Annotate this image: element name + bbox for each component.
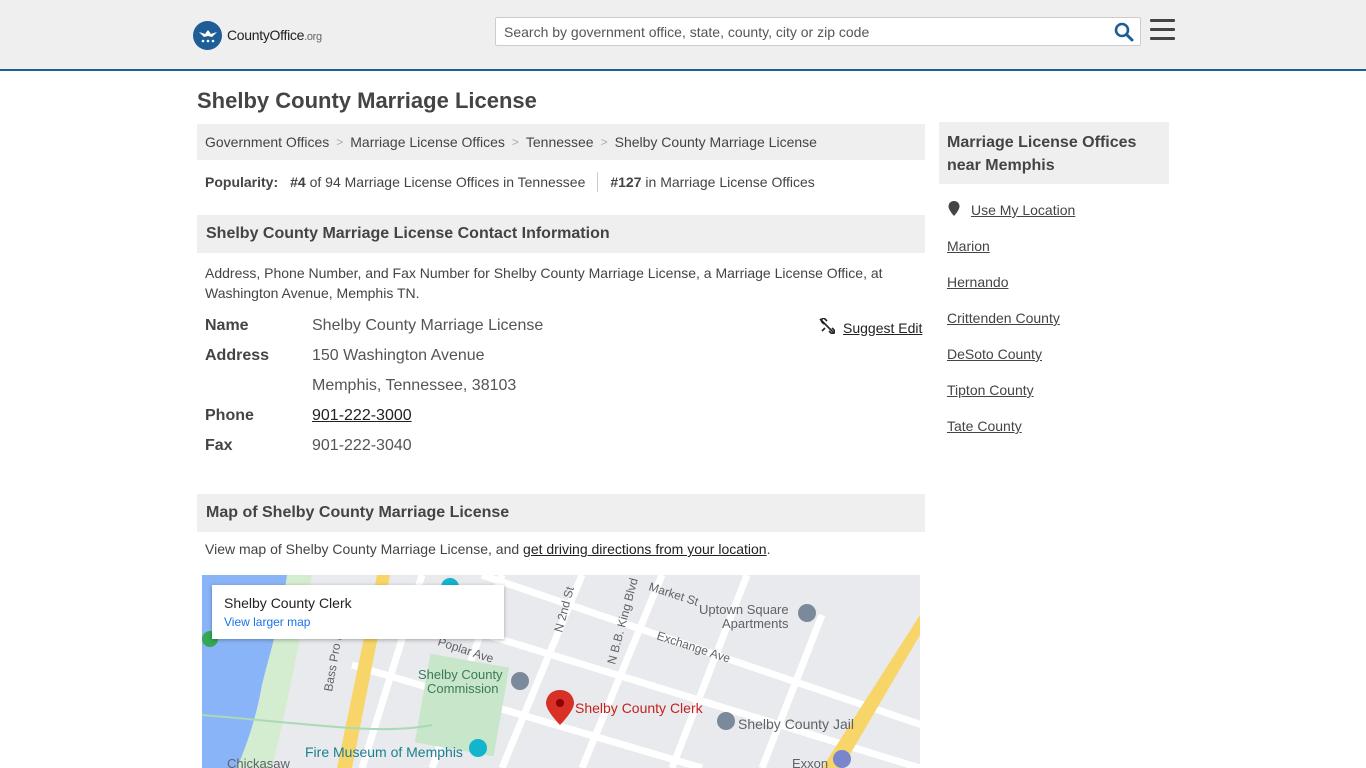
site-logo[interactable]: CountyOffice.org — [193, 20, 322, 50]
map-label-commission-1: Shelby County — [418, 667, 503, 682]
location-pin-icon — [947, 200, 961, 223]
name-label: Name — [205, 317, 249, 334]
use-location-row: Use My Location — [947, 200, 1075, 236]
breadcrumb-tennessee[interactable]: Tennessee — [526, 134, 594, 150]
address-row: Address 150 Washington Avenue — [205, 344, 485, 368]
embedded-map[interactable]: Market St N 2nd St N B.B. King Blvd Exch… — [202, 575, 920, 768]
logo-wordmark: CountyOffice.org — [227, 27, 322, 43]
hamburger-menu-icon[interactable] — [1150, 19, 1175, 41]
breadcrumb-separator-icon: > — [336, 135, 344, 149]
page-title: Shelby County Marriage License — [197, 88, 537, 113]
map-card-title: Shelby County Clerk — [224, 595, 352, 611]
unlink-icon — [819, 317, 836, 337]
breadcrumb: Government Offices > Marriage License Of… — [197, 124, 925, 160]
address-line2: Memphis, Tennessee, 38103 — [312, 377, 517, 394]
search-icon[interactable] — [1114, 22, 1134, 42]
national-rank: #127 — [610, 174, 642, 190]
phone-label: Phone — [205, 407, 254, 424]
map-label-uptown-1: Uptown Square — [699, 602, 789, 617]
state-rank-text: of 94 Marriage License Offices in Tennes… — [309, 174, 586, 190]
sidebar-list: Use My Location Marion Hernando Crittend… — [947, 200, 1075, 452]
state-rank: #4 — [290, 174, 306, 190]
breadcrumb-marriage-license-offices[interactable]: Marriage License Offices — [350, 134, 505, 150]
name-row: Name Shelby County Marriage License — [205, 314, 543, 338]
map-label-chickasaw: Chickasaw — [227, 756, 290, 768]
top-bar: CountyOffice.org — [0, 0, 1366, 71]
eagle-logo-icon — [193, 20, 222, 50]
map-label-clerk: Shelby County Clerk — [575, 700, 704, 716]
sidebar-heading: Marriage License Offices near Memphis — [939, 122, 1169, 184]
suggest-edit: Suggest Edit — [819, 317, 922, 337]
phone-link[interactable]: 901-222-3000 — [312, 407, 412, 425]
address-label: Address — [205, 347, 270, 364]
popularity-row: Popularity: #4 of 94 Marriage License Of… — [205, 172, 815, 192]
search-box — [495, 17, 1141, 46]
sidebar-item-tate-county[interactable]: Tate County — [947, 416, 1075, 452]
map-description: View map of Shelby County Marriage Licen… — [205, 541, 771, 557]
sidebar-item-marion[interactable]: Marion — [947, 236, 1075, 272]
fax-value: 901-222-3040 — [312, 437, 412, 454]
map-heading: Map of Shelby County Marriage License — [197, 494, 925, 532]
sidebar-item-hernando[interactable]: Hernando — [947, 272, 1075, 308]
map-label-market-st: Market St — [647, 580, 701, 609]
fax-row: Fax 901-222-3040 — [205, 434, 412, 458]
address-row-2: Memphis, Tennessee, 38103 — [205, 374, 516, 398]
map-label-fire-museum: Fire Museum of Memphis — [305, 744, 463, 760]
breadcrumb-current: Shelby County Marriage License — [614, 134, 817, 150]
sidebar-item-tipton-county[interactable]: Tipton County — [947, 380, 1075, 416]
view-larger-map-link[interactable]: View larger map — [224, 615, 492, 629]
map-info-card: Shelby County Clerk View larger map — [212, 585, 504, 639]
sidebar-item-desoto-county[interactable]: DeSoto County — [947, 344, 1075, 380]
map-label-commission-2: Commission — [427, 681, 499, 696]
search-input[interactable] — [496, 18, 1096, 45]
name-value: Shelby County Marriage License — [312, 317, 544, 334]
contact-description: Address, Phone Number, and Fax Number fo… — [205, 265, 883, 301]
map-label-jail: Shelby County Jail — [738, 716, 854, 732]
map-label-uptown-2: Apartments — [722, 616, 789, 631]
address-line1: 150 Washington Avenue — [312, 347, 485, 364]
breadcrumb-government-offices[interactable]: Government Offices — [205, 134, 329, 150]
suggest-edit-link[interactable]: Suggest Edit — [843, 320, 922, 336]
phone-row: Phone 901-222-3000 — [205, 404, 412, 428]
national-rank-text: in Marriage License Offices — [645, 174, 815, 190]
breadcrumb-separator-icon: > — [511, 135, 519, 149]
contact-heading: Shelby County Marriage License Contact I… — [197, 215, 925, 253]
driving-directions-link[interactable]: get driving directions from your locatio… — [523, 541, 767, 557]
sidebar-item-crittenden-county[interactable]: Crittenden County — [947, 308, 1075, 344]
popularity-divider — [597, 172, 599, 192]
popularity-label: Popularity: — [205, 174, 279, 190]
map-label-exxon: Exxon — [792, 756, 828, 768]
breadcrumb-separator-icon: > — [600, 135, 608, 149]
fax-label: Fax — [205, 437, 233, 454]
map-label-bass-pro: Bass Pro L — [321, 632, 345, 693]
use-my-location-link[interactable]: Use My Location — [971, 200, 1075, 220]
